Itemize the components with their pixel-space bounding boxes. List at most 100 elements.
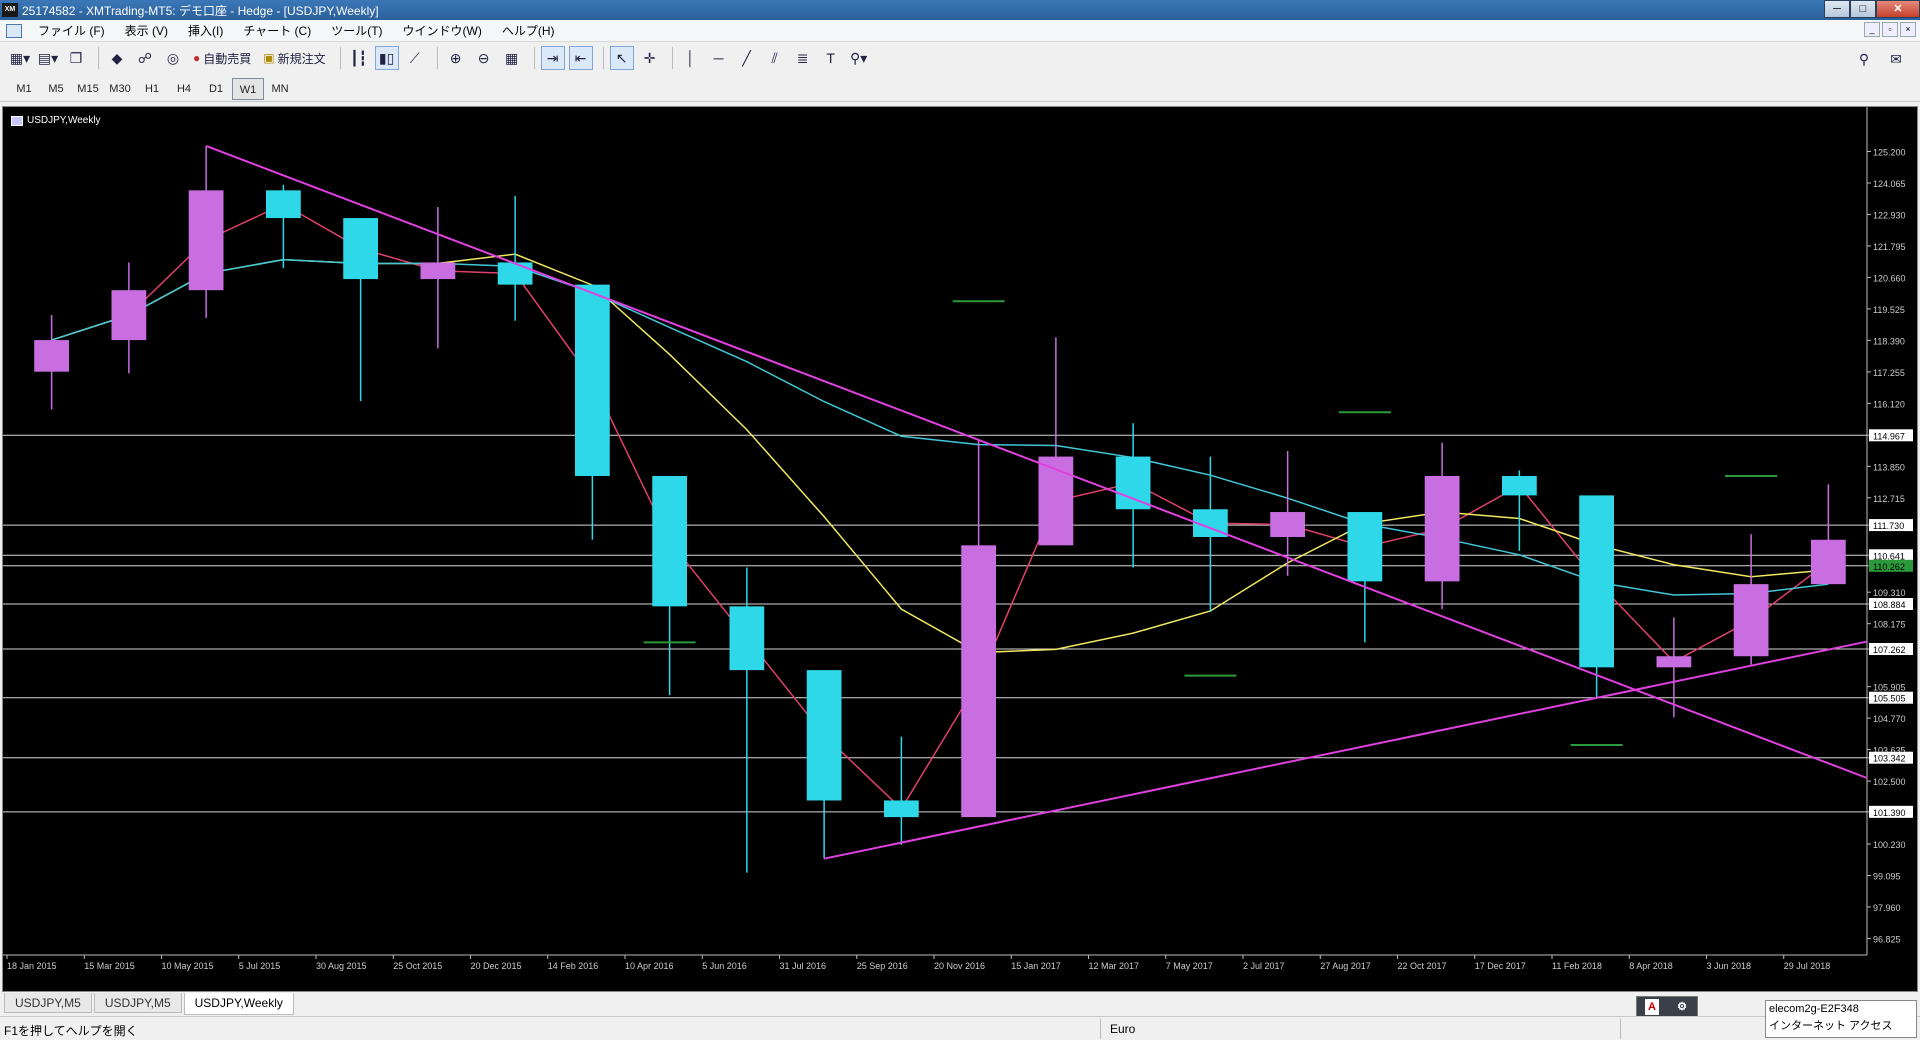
timeframe-mn[interactable]: MN bbox=[264, 78, 296, 100]
tab-usdjpy-m5-2[interactable]: USDJPY,M5 bbox=[93, 993, 182, 1013]
tab-usdjpy-weekly[interactable]: USDJPY,Weekly bbox=[183, 993, 294, 1015]
tab-usdjpy-m5[interactable]: USDJPY,M5 bbox=[4, 993, 92, 1013]
search-icon[interactable]: ⚲ bbox=[1852, 47, 1876, 71]
price-tick-label: 107.262 bbox=[1873, 645, 1906, 655]
timeframe-d1[interactable]: D1 bbox=[200, 78, 232, 100]
menu-chart[interactable]: チャート (C) bbox=[233, 22, 321, 39]
menu-file[interactable]: ファイル (F) bbox=[28, 22, 115, 39]
price-tick-label: 114.967 bbox=[1873, 431, 1905, 441]
toolbar-separator bbox=[533, 47, 535, 69]
menu-view[interactable]: 表示 (V) bbox=[115, 22, 178, 39]
chart-tabs: USDJPY,M5 USDJPY,M5 USDJPY,Weekly bbox=[0, 993, 1920, 1015]
zoom-in-icon[interactable]: ⊕ bbox=[444, 46, 468, 70]
candle-body bbox=[188, 190, 224, 291]
line-chart-icon[interactable]: ⟋ bbox=[403, 46, 427, 70]
candle-body bbox=[652, 475, 688, 607]
price-tick-label: 102.500 bbox=[1873, 777, 1906, 787]
time-tick-label: 18 Jan 2015 bbox=[7, 961, 57, 971]
maximize-button[interactable]: □ bbox=[1850, 0, 1876, 18]
price-tick-label: 124.065 bbox=[1873, 179, 1906, 189]
connection-status-icon[interactable]: A ⚙ bbox=[1636, 996, 1698, 1018]
candle-body bbox=[883, 800, 919, 818]
timeframe-m15[interactable]: M15 bbox=[72, 78, 104, 100]
zoom-out-icon[interactable]: ⊖ bbox=[472, 46, 496, 70]
mdi-minimize-button[interactable]: _ bbox=[1864, 22, 1880, 37]
market-watch-icon[interactable]: ◆ bbox=[105, 46, 129, 70]
candle-body bbox=[1115, 456, 1151, 510]
equidistant-channel-icon[interactable]: ⫽ bbox=[763, 46, 787, 70]
candle-body bbox=[1810, 539, 1846, 585]
horizontal-line-icon[interactable]: ─ bbox=[707, 46, 731, 70]
autoscroll-icon[interactable]: ⇥ bbox=[540, 46, 565, 70]
auto-trade-button[interactable]: ● 自動売買 bbox=[189, 46, 255, 70]
time-tick-label: 3 Jun 2018 bbox=[1707, 961, 1752, 971]
time-tick-label: 10 May 2015 bbox=[162, 961, 214, 971]
shapes-icon[interactable]: ⚲▾ bbox=[847, 46, 871, 70]
timeframe-m1[interactable]: M1 bbox=[8, 78, 40, 100]
auto-trade-icon: ● bbox=[193, 51, 201, 65]
profiles-icon[interactable]: ▤▾ bbox=[36, 46, 60, 70]
timeframe-h1[interactable]: H1 bbox=[136, 78, 168, 100]
navigator-icon[interactable]: ☍ bbox=[133, 46, 157, 70]
minimize-button[interactable]: ─ bbox=[1824, 0, 1850, 18]
price-tick-label: 110.262 bbox=[1873, 562, 1905, 572]
network-status: インターネット アクセス bbox=[1769, 1020, 1893, 1032]
trendline-icon[interactable]: ╱ bbox=[735, 46, 759, 70]
price-chart[interactable]: 125.200 124.065 122.930 121.795 120.660 119.5… bbox=[3, 107, 1917, 991]
timeframe-m5[interactable]: M5 bbox=[40, 78, 72, 100]
time-tick-label: 2 Jul 2017 bbox=[1243, 961, 1285, 971]
timeframe-bar: M1 M5 M15 M30 H1 H4 D1 W1 MN bbox=[0, 76, 1920, 102]
price-tick-label: 100.230 bbox=[1873, 840, 1906, 850]
fibonacci-icon[interactable]: ≣ bbox=[791, 46, 815, 70]
close-button[interactable]: ✕ bbox=[1876, 0, 1920, 18]
menu-window[interactable]: ウインドウ(W) bbox=[393, 22, 492, 39]
bar-chart-icon[interactable]: ┃┇ bbox=[347, 46, 371, 70]
timeframe-m30[interactable]: M30 bbox=[104, 78, 136, 100]
status-divider bbox=[1620, 1019, 1621, 1039]
title-bar: XM 25174582 - XMTrading-MT5: デモ口座 - Hedg… bbox=[0, 0, 1920, 20]
time-tick-label: 5 Jul 2015 bbox=[239, 961, 281, 971]
signals-icon[interactable]: ◎ bbox=[161, 46, 185, 70]
menu-bar: ファイル (F) 表示 (V) 挿入(I) チャート (C) ツール(T) ウイ… bbox=[0, 20, 1920, 42]
chart-shift-icon[interactable]: ⇤ bbox=[568, 46, 593, 70]
time-tick-label: 25 Oct 2015 bbox=[393, 961, 442, 971]
chart-window[interactable]: 125.200 124.065 122.930 121.795 120.660 119.5… bbox=[2, 106, 1918, 992]
toolbar-separator bbox=[339, 47, 341, 69]
menu-tools[interactable]: ツール(T) bbox=[321, 22, 392, 39]
menu-insert[interactable]: 挿入(I) bbox=[178, 22, 233, 39]
candle-body bbox=[961, 545, 997, 818]
time-tick-label: 5 Jun 2016 bbox=[702, 961, 747, 971]
candle-body bbox=[574, 284, 610, 476]
mdi-controls: _ ▫ × bbox=[1864, 22, 1916, 37]
templates-icon[interactable]: ❐ bbox=[64, 46, 88, 70]
menu-help[interactable]: ヘルプ(H) bbox=[492, 22, 565, 39]
time-tick-label: 15 Jan 2017 bbox=[1011, 961, 1061, 971]
time-tick-label: 7 May 2017 bbox=[1166, 961, 1213, 971]
new-chart-icon[interactable]: ▦▾ bbox=[8, 46, 32, 70]
time-tick-label: 27 Aug 2017 bbox=[1320, 961, 1371, 971]
time-tick-label: 30 Aug 2015 bbox=[316, 961, 367, 971]
timeframe-w1[interactable]: W1 bbox=[232, 77, 264, 100]
price-tick-label: 105.505 bbox=[1873, 694, 1906, 704]
price-tick-label: 103.342 bbox=[1873, 754, 1906, 764]
vertical-line-icon[interactable]: │ bbox=[679, 46, 703, 70]
new-order-button[interactable]: ▣ 新規注文 bbox=[259, 46, 329, 70]
timeframe-h4[interactable]: H4 bbox=[168, 78, 200, 100]
chat-icon[interactable]: ✉ bbox=[1884, 47, 1908, 71]
candlestick-icon[interactable]: ▮▯ bbox=[374, 46, 399, 70]
tile-windows-icon[interactable]: ▦ bbox=[500, 46, 524, 70]
crosshair-icon[interactable]: ✛ bbox=[638, 46, 662, 70]
mdi-close-button[interactable]: × bbox=[1900, 22, 1916, 37]
mdi-restore-button[interactable]: ▫ bbox=[1882, 22, 1898, 37]
price-tick-label: 99.095 bbox=[1873, 871, 1901, 881]
document-icon[interactable] bbox=[6, 23, 22, 38]
time-tick-label: 15 Mar 2015 bbox=[84, 961, 135, 971]
text-icon[interactable]: T bbox=[819, 46, 843, 70]
candle-body bbox=[1424, 475, 1460, 582]
cursor-icon[interactable]: ↖ bbox=[609, 46, 634, 70]
candle-body bbox=[1579, 495, 1615, 668]
toolbar-separator bbox=[436, 47, 438, 69]
price-tick-label: 104.770 bbox=[1873, 714, 1906, 724]
time-tick-label: 29 Jul 2018 bbox=[1784, 961, 1831, 971]
price-tick-label: 96.825 bbox=[1873, 934, 1901, 944]
